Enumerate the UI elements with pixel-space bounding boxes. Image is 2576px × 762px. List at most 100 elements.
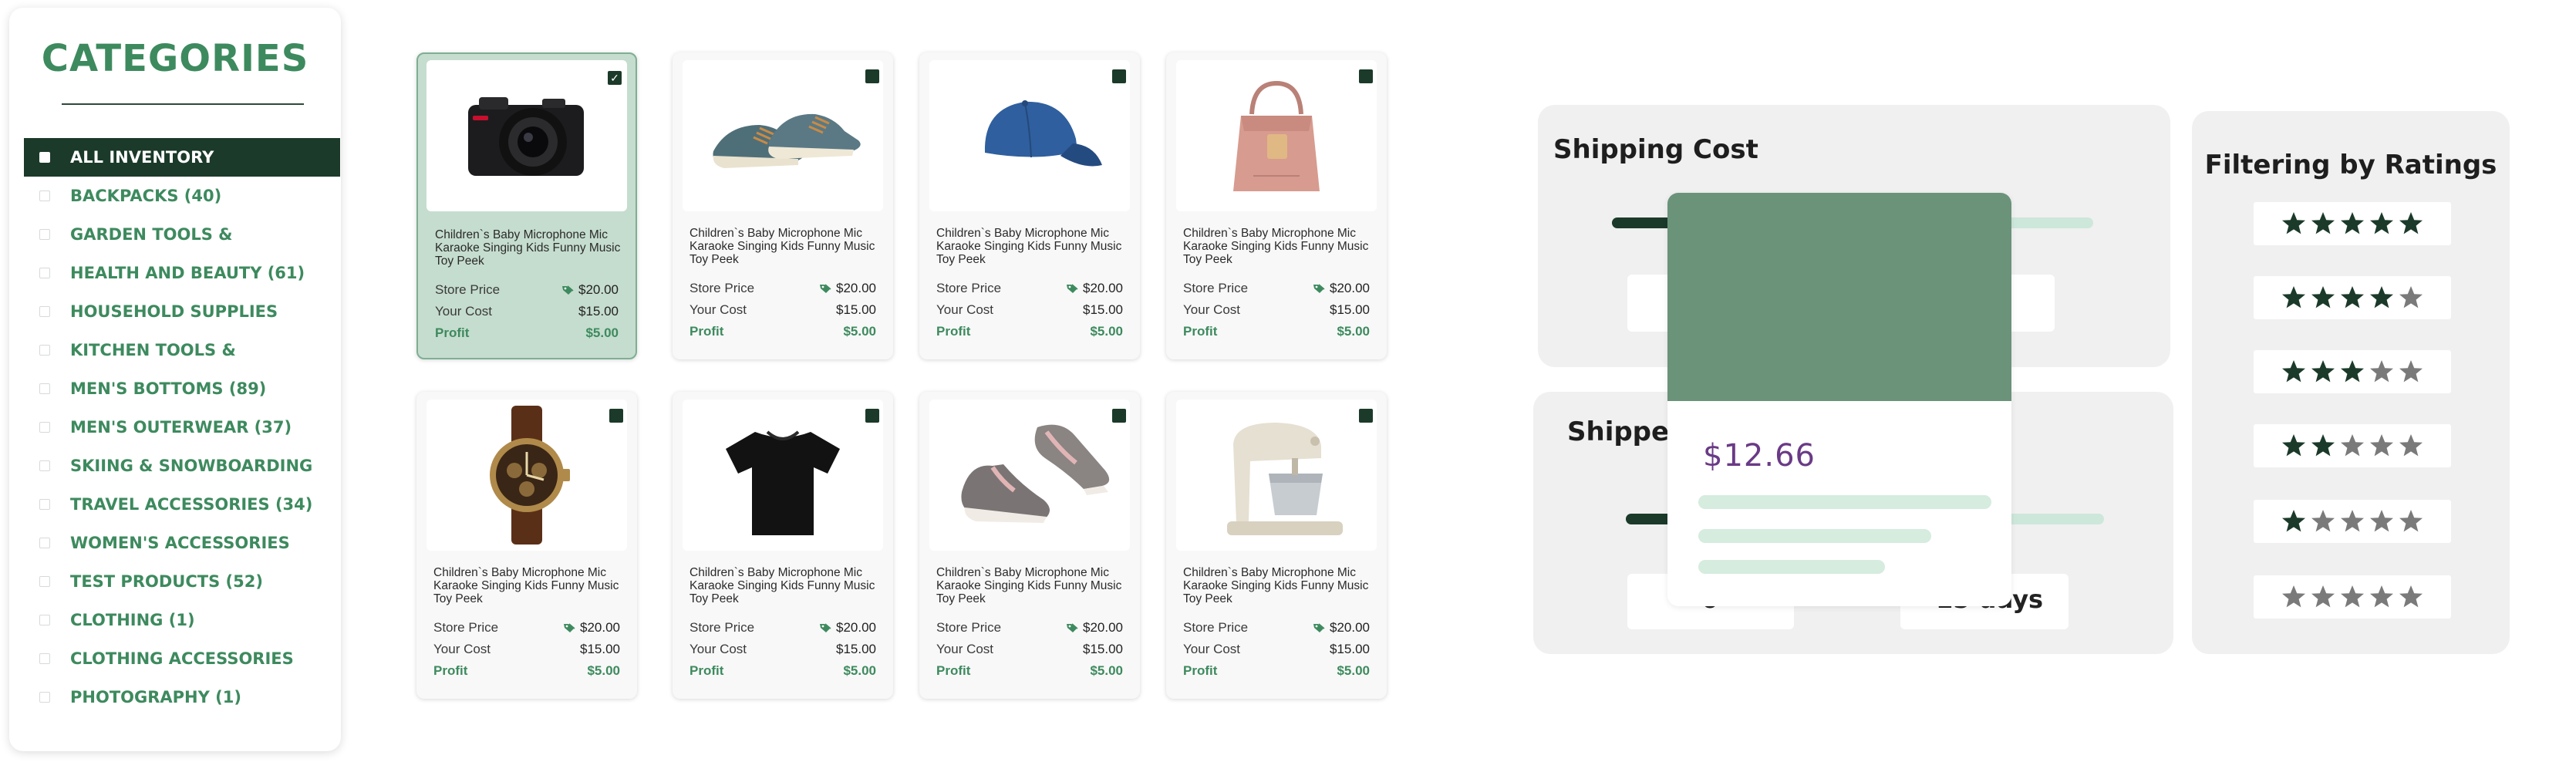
category-clothing[interactable]: CLOTHING (1) bbox=[24, 601, 340, 639]
store-price-value: $20.00 bbox=[1313, 281, 1370, 296]
category-backpacks[interactable]: BACKPACKS (40) bbox=[24, 177, 340, 215]
rating-filter-3-stars[interactable] bbox=[2254, 350, 2451, 393]
store-price-label: Store Price bbox=[1183, 620, 1249, 635]
product-title: Children`s Baby Microphone Mic Karaoke S… bbox=[435, 228, 621, 268]
cost-row: Your Cost $15.00 bbox=[433, 642, 620, 657]
product-card-tshirt[interactable]: Children`s Baby Microphone Mic Karaoke S… bbox=[673, 392, 893, 699]
category-photography[interactable]: PHOTOGRAPHY (1) bbox=[24, 678, 340, 716]
placeholder-line bbox=[1698, 529, 1931, 543]
product-card-hightops[interactable]: Children`s Baby Microphone Mic Karaoke S… bbox=[919, 392, 1140, 699]
product-card-mixer[interactable]: Children`s Baby Microphone Mic Karaoke S… bbox=[1166, 392, 1387, 699]
checkbox[interactable] bbox=[39, 190, 50, 201]
profit-row: Profit $5.00 bbox=[690, 324, 876, 339]
category-health-beauty[interactable]: HEALTH AND BEAUTY (61) bbox=[24, 254, 340, 292]
store-price-row: Store Price $20.00 bbox=[1183, 281, 1370, 296]
profit-row: Profit $5.00 bbox=[435, 325, 619, 341]
rating-filter-2-stars[interactable] bbox=[2254, 424, 2451, 467]
store-price-row: Store Price $20.00 bbox=[690, 620, 876, 636]
category-travel-accessories[interactable]: TRAVEL ACCESSORIES (34) bbox=[24, 485, 340, 524]
profit-row: Profit $5.00 bbox=[936, 663, 1123, 679]
checkbox[interactable] bbox=[39, 460, 50, 471]
product-card-cap[interactable]: Children`s Baby Microphone Mic Karaoke S… bbox=[919, 52, 1140, 359]
star-filled-icon bbox=[2282, 212, 2305, 234]
select-checkbox[interactable] bbox=[1112, 69, 1126, 83]
profit-label: Profit bbox=[690, 324, 724, 339]
star-empty-icon bbox=[2399, 434, 2423, 457]
rating-filter-0-stars[interactable] bbox=[2254, 575, 2451, 619]
cost-value: $15.00 bbox=[836, 302, 876, 317]
cost-value: $15.00 bbox=[1083, 302, 1123, 317]
checked-checkbox[interactable]: ✓ bbox=[608, 71, 622, 85]
store-price-value: $20.00 bbox=[1313, 620, 1370, 636]
select-checkbox[interactable] bbox=[609, 409, 623, 423]
product-card-sneakers[interactable]: Children`s Baby Microphone Mic Karaoke S… bbox=[673, 52, 893, 359]
category-all-inventory[interactable]: ALL INVENTORY bbox=[24, 138, 340, 177]
select-checkbox[interactable] bbox=[865, 409, 879, 423]
product-image bbox=[427, 60, 627, 211]
store-price-label: Store Price bbox=[1183, 281, 1249, 295]
select-checkbox[interactable] bbox=[865, 69, 879, 83]
star-empty-icon bbox=[2341, 585, 2364, 608]
product-card-handbag[interactable]: Children`s Baby Microphone Mic Karaoke S… bbox=[1166, 52, 1387, 359]
profit-value: $5.00 bbox=[1090, 663, 1123, 678]
select-checkbox[interactable] bbox=[1359, 69, 1373, 83]
cost-label: Your Cost bbox=[433, 642, 491, 656]
product-title: Children`s Baby Microphone Mic Karaoke S… bbox=[1183, 227, 1369, 266]
cost-value: $15.00 bbox=[1330, 642, 1370, 656]
profit-row: Profit $5.00 bbox=[433, 663, 620, 679]
checkbox[interactable] bbox=[39, 345, 50, 356]
checkbox[interactable] bbox=[39, 653, 50, 664]
star-filled-icon bbox=[2370, 212, 2393, 234]
select-checkbox[interactable] bbox=[1112, 409, 1126, 423]
profit-row: Profit $5.00 bbox=[1183, 663, 1370, 679]
ratings-title: Filtering by Ratings bbox=[2204, 150, 2497, 180]
store-price-value: $20.00 bbox=[1066, 281, 1123, 296]
category-kitchen-tools[interactable]: KITCHEN TOOLS & bbox=[24, 331, 340, 369]
cost-value: $15.00 bbox=[836, 642, 876, 656]
star-empty-icon bbox=[2370, 434, 2393, 457]
store-price-value: $20.00 bbox=[819, 620, 876, 636]
price-tag-icon bbox=[1067, 623, 1078, 632]
category-clothing-accessories[interactable]: CLOTHING ACCESSORIES bbox=[24, 639, 340, 678]
cost-label: Your Cost bbox=[435, 304, 493, 319]
checkbox[interactable] bbox=[39, 615, 50, 625]
checkbox[interactable] bbox=[39, 538, 50, 548]
checkbox[interactable] bbox=[39, 576, 50, 587]
checkbox[interactable] bbox=[39, 499, 50, 510]
title-divider bbox=[62, 103, 304, 105]
checkbox[interactable] bbox=[39, 268, 50, 278]
star-filled-icon bbox=[2311, 212, 2335, 234]
placeholder-line bbox=[1698, 560, 1885, 574]
category-mens-outerwear[interactable]: MEN'S OUTERWEAR (37) bbox=[24, 408, 340, 447]
category-womens-accessories[interactable]: WOMEN'S ACCESSORIES bbox=[24, 524, 340, 562]
star-empty-icon bbox=[2399, 585, 2423, 608]
select-checkbox[interactable] bbox=[1359, 409, 1373, 423]
rating-filter-1-stars[interactable] bbox=[2254, 500, 2451, 543]
checkbox[interactable] bbox=[39, 422, 50, 433]
checkbox[interactable] bbox=[39, 229, 50, 240]
categories-title: CATEGORIES bbox=[41, 37, 309, 80]
category-garden-tools[interactable]: GARDEN TOOLS & bbox=[24, 215, 340, 254]
checkbox[interactable] bbox=[39, 152, 50, 163]
cost-row: Your Cost $15.00 bbox=[1183, 642, 1370, 657]
checkbox[interactable] bbox=[39, 692, 50, 703]
category-skiing-snowboarding[interactable]: SKIING & SNOWBOARDING bbox=[24, 447, 340, 485]
star-empty-icon bbox=[2311, 510, 2335, 532]
product-card-camera[interactable]: ✓ Children`s Baby Microphone Mic Karaoke… bbox=[416, 52, 637, 359]
profit-row: Profit $5.00 bbox=[690, 663, 876, 679]
store-price-value: $20.00 bbox=[1066, 620, 1123, 636]
price-preview-card: $12.66 bbox=[1667, 193, 2011, 606]
product-card-watch[interactable]: Children`s Baby Microphone Mic Karaoke S… bbox=[416, 392, 637, 699]
category-test-products[interactable]: TEST PRODUCTS (52) bbox=[24, 562, 340, 601]
category-household-supplies[interactable]: HOUSEHOLD SUPPLIES bbox=[24, 292, 340, 331]
product-title: Children`s Baby Microphone Mic Karaoke S… bbox=[690, 566, 875, 605]
product-title: Children`s Baby Microphone Mic Karaoke S… bbox=[936, 227, 1122, 266]
category-mens-bottoms[interactable]: MEN'S BOTTOMS (89) bbox=[24, 369, 340, 408]
rating-filter-5-stars[interactable] bbox=[2254, 202, 2451, 245]
rating-filter-4-stars[interactable] bbox=[2254, 276, 2451, 319]
checkbox[interactable] bbox=[39, 306, 50, 317]
checkbox[interactable] bbox=[39, 383, 50, 394]
price-tag-icon bbox=[820, 623, 831, 632]
product-image bbox=[683, 400, 883, 551]
cost-value: $15.00 bbox=[1330, 302, 1370, 317]
